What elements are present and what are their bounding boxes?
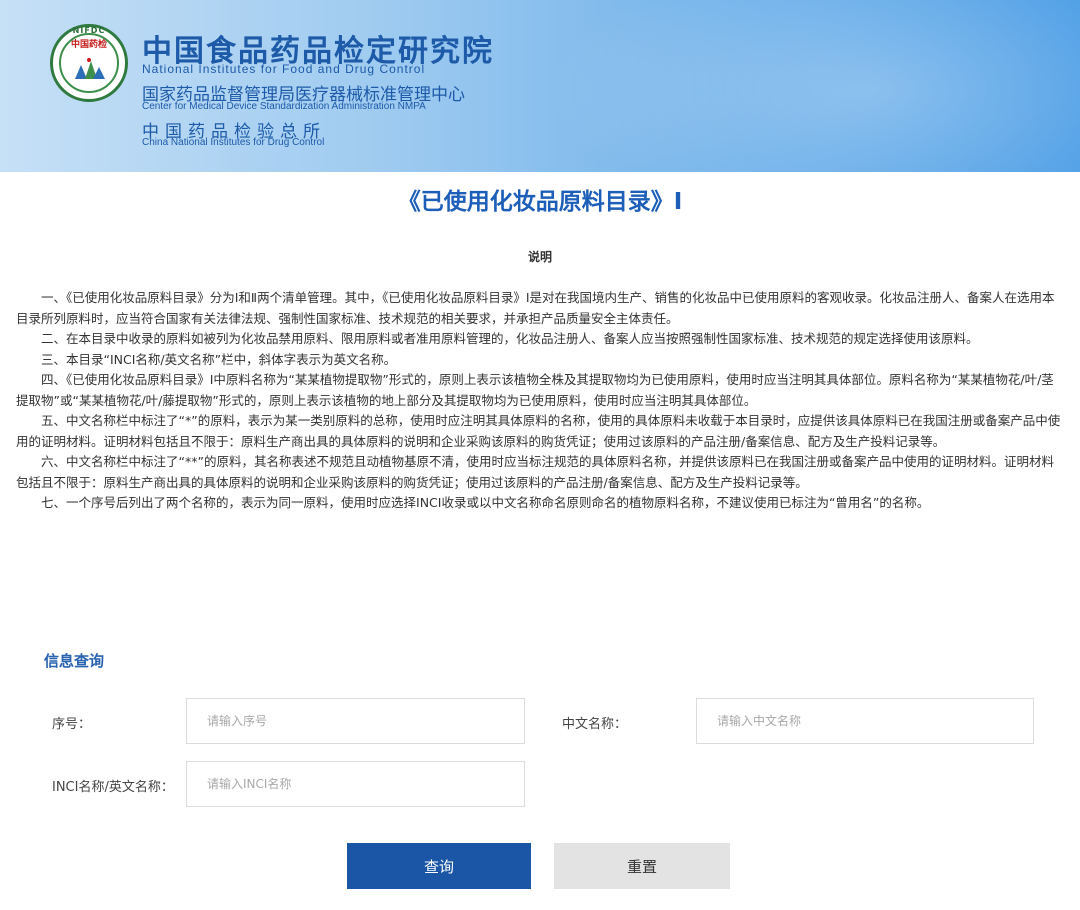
org-name-en: National Institutes for Food and Drug Co…	[142, 62, 426, 76]
logo-text: 中国药检	[70, 40, 107, 50]
note-paragraph: 四、《已使用化妆品原料目录》Ⅰ中原料名称为“某某植物提取物”形式的，原则上表示该…	[16, 372, 1054, 408]
inci-name-input[interactable]	[186, 761, 525, 807]
note-paragraph: 五、中文名称栏中标注了“*”的原料，表示为某一类别原料的总称，使用时应注明其具体…	[16, 413, 1061, 449]
section-title: 说明	[527, 250, 552, 264]
note-paragraph: 七、一个序号后列出了两个名称的，表示为同一原料，使用时应选择INCI收录或以中文…	[41, 495, 930, 510]
note-paragraph: 三、本目录“INCI名称/英文名称”栏中，斜体字表示为英文名称。	[41, 351, 397, 367]
nifdc-logo[interactable]: NIFDC 中国药检	[50, 24, 128, 102]
search-button[interactable]: 查询	[347, 843, 531, 889]
reset-button[interactable]: 重置	[554, 843, 730, 889]
site-header: NIFDC 中国药检 中国食品药品检定研究院 National Institut…	[0, 0, 1080, 172]
query-section-title: 信息查询	[44, 652, 105, 670]
drug-control-name-en: China National Institutes for Drug Contr…	[142, 137, 325, 148]
notes-block: 一、《已使用化妆品原料目录》分为Ⅰ和Ⅱ两个清单管理。其中，《已使用化妆品原料目录…	[16, 288, 1066, 514]
serial-input[interactable]	[186, 698, 525, 744]
serial-label: 序号：	[52, 717, 92, 732]
nifdc-emblem-icon	[75, 58, 105, 79]
note-paragraph: 二、在本目录中收录的原料如被列为化妆品禁用原料、限用原料或者准用原料管理的，化妆…	[41, 331, 979, 346]
note-paragraph: 六、中文名称栏中标注了“**”的原料，其名称表述不规范且动植物基原不清，使用时应…	[16, 454, 1054, 490]
cn-name-label: 中文名称：	[562, 717, 628, 732]
inci-name-label: INCI名称/英文名称：	[52, 780, 174, 795]
page-title: 《已使用化妆品原料目录》I	[397, 189, 683, 215]
center-name-en: Center for Medical Device Standardizatio…	[142, 101, 426, 112]
cn-name-input[interactable]	[696, 698, 1034, 744]
header-shine	[520, 0, 1080, 172]
logo-abbr: NIFDC	[72, 26, 106, 35]
note-paragraph: 一、《已使用化妆品原料目录》分为Ⅰ和Ⅱ两个清单管理。其中，《已使用化妆品原料目录…	[16, 290, 1055, 326]
